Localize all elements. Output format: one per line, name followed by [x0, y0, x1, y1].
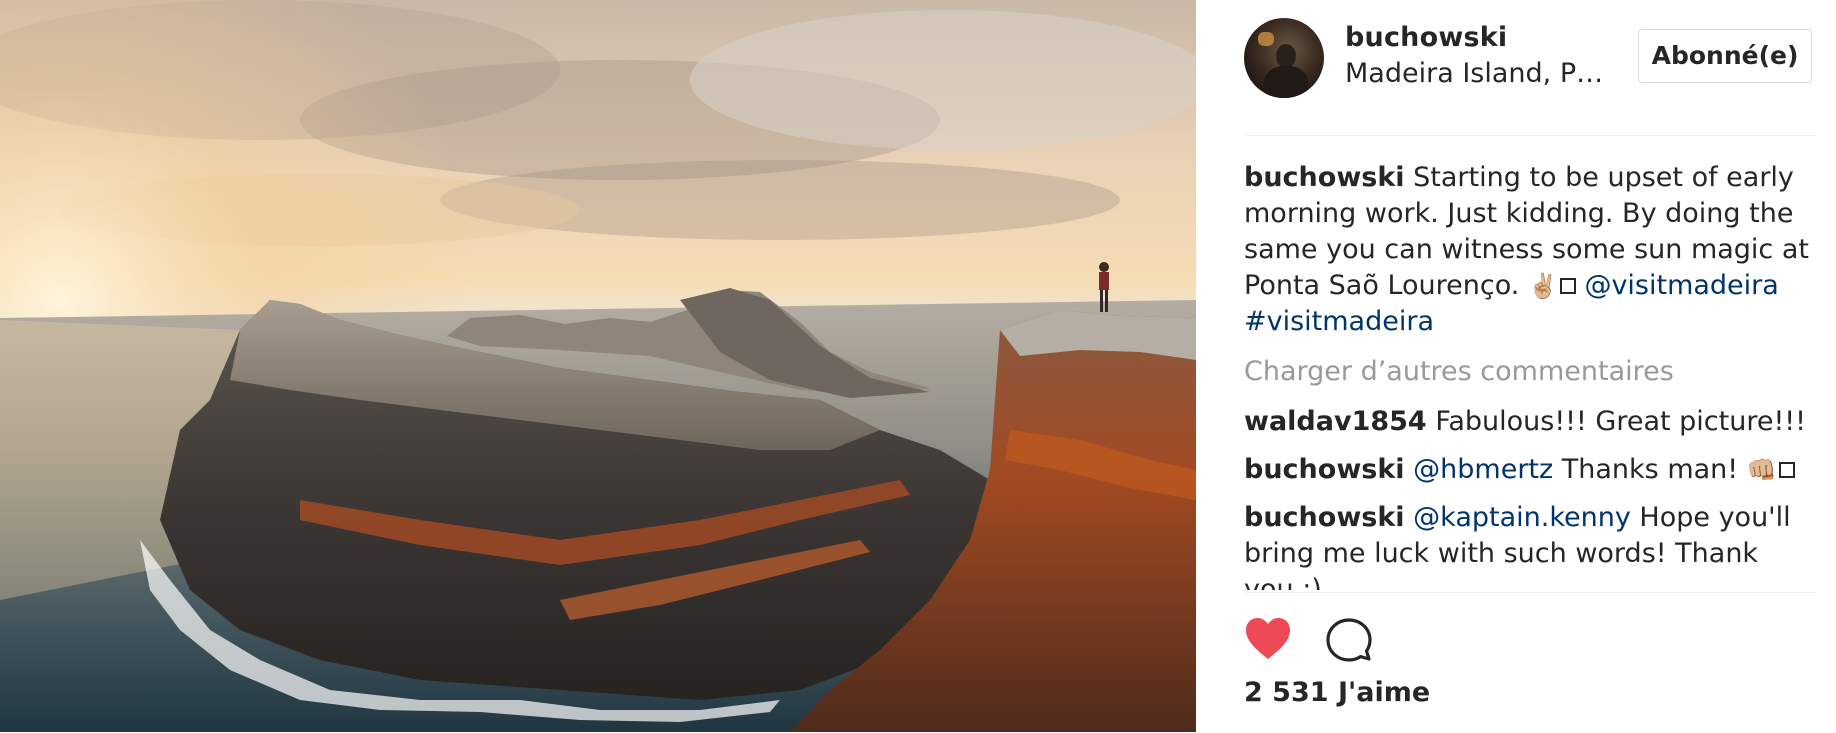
- post-caption: buchowski Starting to be upset of early …: [1244, 160, 1816, 340]
- comment-item: buchowski @hbmertz Thanks man! 👊🏼: [1244, 452, 1816, 488]
- comment-username[interactable]: buchowski: [1244, 454, 1405, 485]
- comments-section[interactable]: buchowski Starting to be upset of early …: [1244, 160, 1816, 590]
- comment-item: buchowski @kaptain.kenny Hope you'll bri…: [1244, 500, 1816, 590]
- post-sidebar: buchowski Madeira Island, P… Abonné(e) b…: [1196, 0, 1836, 732]
- following-button[interactable]: Abonné(e): [1638, 29, 1812, 83]
- coastal-cliff-landscape: [0, 0, 1196, 732]
- comment-mention-link[interactable]: @kaptain.kenny: [1413, 502, 1631, 533]
- heart-filled-icon: [1246, 618, 1290, 659]
- caption-username[interactable]: buchowski: [1244, 162, 1405, 193]
- instagram-post: buchowski Madeira Island, P… Abonné(e) b…: [0, 0, 1836, 732]
- comment-username[interactable]: buchowski: [1244, 502, 1405, 533]
- comment-item: waldav1854 Fabulous!!! Great picture!!!: [1244, 404, 1816, 440]
- speech-bubble-icon: [1326, 618, 1372, 662]
- post-location[interactable]: Madeira Island, P…: [1345, 58, 1605, 89]
- likes-count[interactable]: 2 531 J'aime: [1244, 677, 1430, 708]
- avatar-lamp-detail: [1258, 32, 1274, 46]
- missing-glyph-icon: [1778, 462, 1795, 478]
- comment-username[interactable]: waldav1854: [1244, 406, 1427, 437]
- post-header: buchowski Madeira Island, P… Abonné(e): [1244, 0, 1816, 136]
- comment-button[interactable]: [1326, 617, 1372, 663]
- victory-hand-emoji-icon: ✌🏼: [1527, 272, 1558, 300]
- caption-mention-link[interactable]: @visitmadeira: [1584, 270, 1778, 301]
- like-button[interactable]: [1244, 617, 1292, 661]
- comment-text: Fabulous!!! Great picture!!!: [1435, 406, 1806, 437]
- comment-text: Thanks man!: [1561, 454, 1739, 485]
- caption-hashtag-link[interactable]: #visitmadeira: [1244, 306, 1434, 337]
- avatar-body-detail: [1264, 66, 1308, 98]
- fist-bump-emoji-icon: 👊🏼: [1746, 456, 1777, 484]
- comment-mention-link[interactable]: @hbmertz: [1413, 454, 1553, 485]
- author-username[interactable]: buchowski: [1345, 22, 1507, 53]
- post-photo[interactable]: [0, 0, 1196, 732]
- missing-glyph-icon: [1559, 278, 1576, 294]
- avatar[interactable]: [1244, 18, 1324, 98]
- avatar-head-detail: [1276, 44, 1296, 68]
- load-more-comments-link[interactable]: Charger d’autres commentaires: [1244, 354, 1816, 390]
- post-actions: 2 531 J'aime: [1244, 592, 1816, 733]
